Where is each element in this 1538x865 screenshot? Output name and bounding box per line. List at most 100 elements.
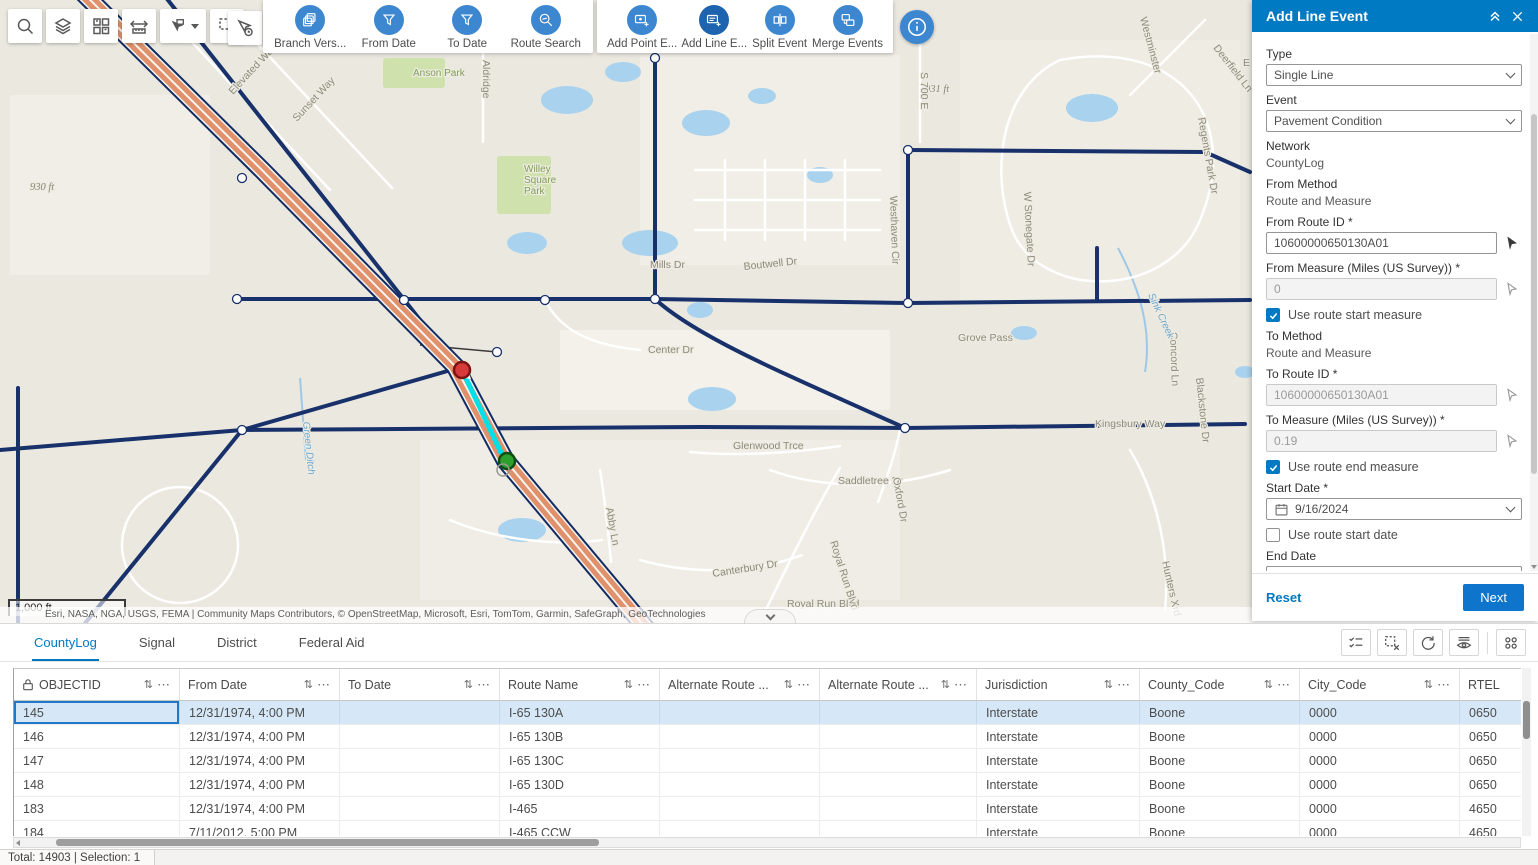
table-cell[interactable]: 0650 [1460,725,1521,748]
table-vertical-scrollbar[interactable] [1522,668,1531,836]
table-cell[interactable]: 0650 [1460,773,1521,796]
table-cell[interactable] [660,701,820,724]
event-select[interactable]: Pavement Condition [1266,110,1522,132]
table-cell[interactable]: 12/31/1974, 4:00 PM [180,701,340,724]
measure-tool-button[interactable] [122,9,156,43]
table-cell[interactable] [820,821,977,836]
sort-icon[interactable]: ⇅ [1264,678,1273,691]
table-row[interactable]: 18312/31/1974, 4:00 PMI-465InterstateBoo… [14,797,1521,821]
table-row[interactable]: 14712/31/1974, 4:00 PM I-65 130C Interstat… [14,749,1521,773]
sort-icon[interactable]: ⇅ [1424,678,1433,691]
table-cell[interactable]: 145 [14,701,180,724]
column-header-3[interactable]: Route Name⇅⋯ [500,669,660,700]
use-route-start-date-checkbox[interactable] [1266,528,1280,542]
refresh-button[interactable] [1413,629,1443,656]
table-cell[interactable]: 0000 [1300,725,1460,748]
table-cell[interactable]: I-65 130A [500,701,660,724]
table-cell[interactable]: 4650 [1460,821,1521,836]
sort-icon[interactable]: ⇅ [464,678,473,691]
table-cell[interactable]: Interstate [977,797,1140,820]
table-cell[interactable] [660,725,820,748]
show-selection-button[interactable] [1341,629,1371,656]
table-cell[interactable]: 12/31/1974, 4:00 PM [180,725,340,748]
column-menu-icon[interactable]: ⋯ [637,677,651,693]
table-cell[interactable] [340,821,500,836]
end-date-picker[interactable]: MM/DD/YYYY [1266,566,1522,571]
tab-district[interactable]: District [215,625,259,661]
table-cell[interactable] [340,749,500,772]
table-cell[interactable]: 183 [14,797,180,820]
from-route-id-input[interactable]: 10600000650130A01 [1266,232,1497,254]
next-button[interactable]: Next [1463,584,1524,611]
table-cell[interactable]: I-65 130D [500,773,660,796]
table-cell[interactable] [340,797,500,820]
info-button[interactable] [900,10,934,44]
pick-from-measure-button[interactable] [1502,279,1522,299]
table-cell[interactable]: 148 [14,773,180,796]
table-cell[interactable] [340,701,500,724]
table-cell[interactable]: 184 [14,821,180,836]
column-menu-icon[interactable]: ⋯ [954,677,968,693]
table-cell[interactable]: Boone [1140,725,1300,748]
table-cell[interactable] [340,773,500,796]
pick-from-route-button[interactable] [1502,233,1522,253]
table-cell[interactable]: 0000 [1300,773,1460,796]
table-horizontal-scrollbar[interactable] [13,837,1521,848]
column-menu-icon[interactable]: ⋯ [317,677,331,693]
column-menu-icon[interactable]: ⋯ [1117,677,1131,693]
table-row[interactable]: 14512/31/1974, 4:00 PM I-65 130A Interstat… [14,701,1521,725]
column-menu-icon[interactable]: ⋯ [797,677,811,693]
table-cell[interactable]: Boone [1140,797,1300,820]
table-cell[interactable]: 4650 [1460,797,1521,820]
table-cell[interactable] [820,749,977,772]
column-menu-icon[interactable]: ⋯ [157,677,171,693]
sort-icon[interactable]: ⇅ [144,678,153,691]
column-header-4[interactable]: Alternate Route ...⇅⋯ [660,669,820,700]
column-header-8[interactable]: City_Code⇅⋯ [1300,669,1460,700]
basemap-grid-tool-button[interactable] [84,9,118,43]
add-point-event-button[interactable]: Add Point E... [607,5,677,50]
table-cell[interactable]: 0000 [1300,821,1460,836]
table-row[interactable]: 1847/11/2012, 5:00 PMI-465 CCWInterstate… [14,821,1521,836]
table-cell[interactable] [660,821,820,836]
type-select[interactable]: Single Line [1266,64,1522,86]
table-cell[interactable]: Interstate [977,821,1140,836]
table-cell[interactable] [660,797,820,820]
table-cell[interactable]: I-465 CCW [500,821,660,836]
layers-tool-button[interactable] [46,9,80,43]
table-cell[interactable] [820,797,977,820]
table-cell[interactable]: Interstate [977,701,1140,724]
collapse-panel-button[interactable] [1484,5,1506,27]
table-cell[interactable]: 0000 [1300,749,1460,772]
clear-table-selection-button[interactable] [1377,629,1407,656]
reset-link[interactable]: Reset [1266,590,1463,605]
column-menu-icon[interactable]: ⋯ [477,677,491,693]
table-cell[interactable]: I-65 130C [500,749,660,772]
table-cell[interactable]: Boone [1140,749,1300,772]
tab-signal[interactable]: Signal [137,625,177,661]
tab-federal-aid[interactable]: Federal Aid [297,625,367,661]
route-search-button[interactable]: Route Search [509,5,584,50]
table-options-button[interactable] [1496,629,1526,656]
table-cell[interactable]: 0650 [1460,749,1521,772]
identify-route-tool-button[interactable] [228,11,262,45]
start-date-picker[interactable]: 9/16/2024 [1266,498,1522,520]
table-cell[interactable]: 12/31/1974, 4:00 PM [180,749,340,772]
branch-versions-button[interactable]: Branch Vers... [273,5,348,50]
table-cell[interactable]: Interstate [977,749,1140,772]
sort-icon[interactable]: ⇅ [784,678,793,691]
column-header-9[interactable]: RTEL [1460,669,1521,700]
table-cell[interactable] [820,773,977,796]
column-menu-icon[interactable]: ⋯ [1437,677,1451,693]
column-header-0[interactable]: OBJECTID⇅⋯ [14,669,180,700]
table-cell[interactable]: 0000 [1300,701,1460,724]
table-cell[interactable]: Boone [1140,773,1300,796]
table-cell[interactable] [340,725,500,748]
pick-to-measure-button[interactable] [1502,431,1522,451]
table-row[interactable]: 14812/31/1974, 4:00 PMI-65 130DInterstat… [14,773,1521,797]
column-header-1[interactable]: From Date⇅⋯ [180,669,340,700]
column-header-5[interactable]: Alternate Route ...⇅⋯ [820,669,977,700]
table-cell[interactable]: 147 [14,749,180,772]
column-header-6[interactable]: Jurisdiction⇅⋯ [977,669,1140,700]
table-cell[interactable]: 12/31/1974, 4:00 PM [180,797,340,820]
